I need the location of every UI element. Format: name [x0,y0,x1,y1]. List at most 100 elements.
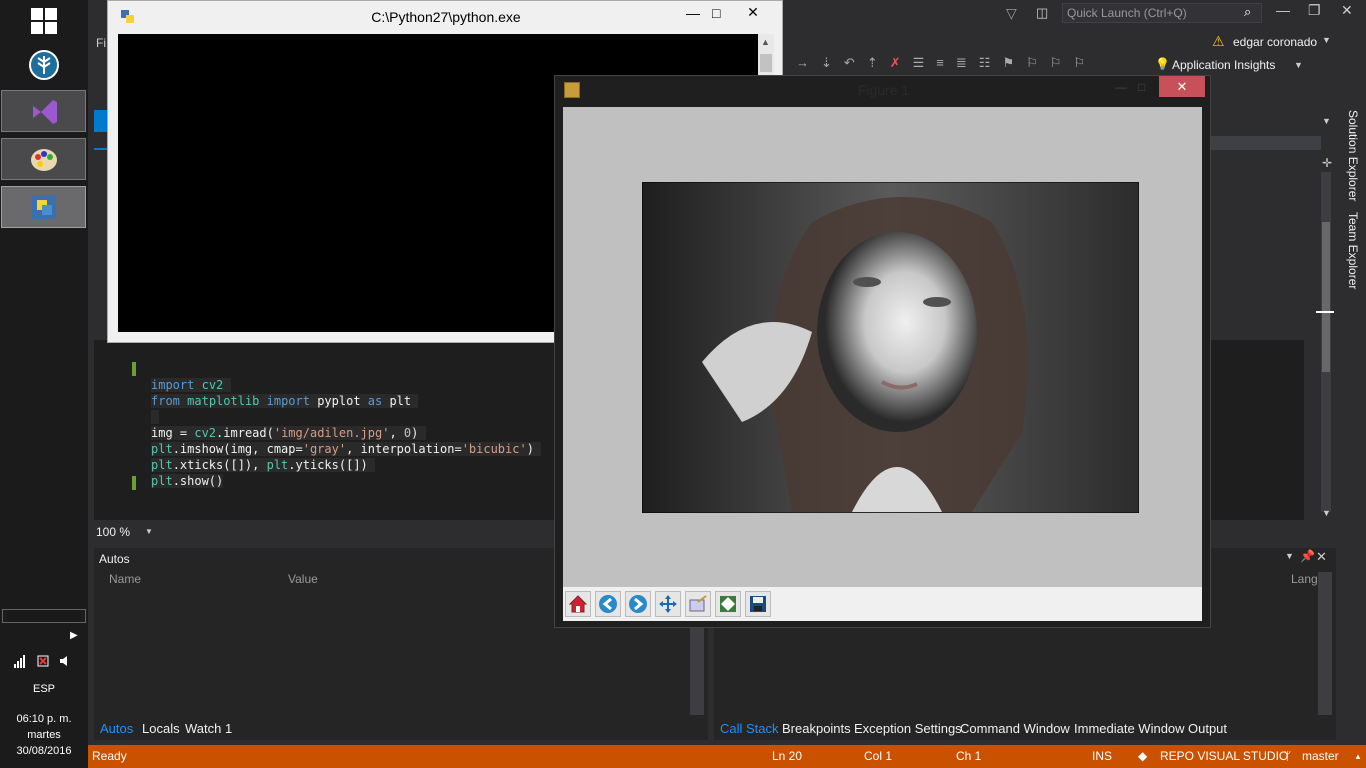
windows-logo-icon [31,8,57,34]
application-insights-button[interactable]: Application Insights [1172,58,1275,72]
tab-command-window[interactable]: Command Window [960,721,1070,736]
arrow-left-icon [599,595,617,613]
code-line-3[interactable] [151,410,159,424]
indent-icon[interactable]: ☰ [913,55,925,75]
console-minimize-button[interactable]: — [686,5,700,21]
zoom-level[interactable]: 100 % [96,525,130,539]
step-back-icon[interactable]: ↶ [844,55,855,75]
minimize-button[interactable]: — [1276,2,1290,18]
paint-palette-icon [30,149,57,171]
language-indicator[interactable]: ESP [0,683,88,695]
figure-maximize-button[interactable]: □ [1138,80,1145,94]
next-bookmark-icon[interactable]: ⚐ [1050,55,1062,75]
call-stack-col-language[interactable]: Lang [1291,572,1318,586]
scrollbar-thumb[interactable] [1322,222,1330,372]
taskbar-app-python[interactable] [1,186,86,228]
signal-icon[interactable] [14,654,28,668]
tab-dropdown-icon[interactable]: ▼ [1322,116,1331,126]
navigation-bar[interactable] [1211,136,1321,150]
console-maximize-button[interactable]: □ [712,5,720,21]
figure-close-button[interactable]: ✕ [1159,76,1205,97]
chevron-right-icon[interactable]: ▶ [70,630,78,641]
console-scroll-thumb[interactable] [760,54,772,72]
solution-explorer-tab[interactable]: Solution Explorer [1340,110,1360,210]
tab-output[interactable]: Output [1188,721,1227,736]
breakpoint-icon[interactable]: ✗ [890,55,901,75]
clear-bookmarks-icon[interactable]: ⚐ [1073,55,1085,75]
bookmark-icon[interactable]: ⚑ [1002,55,1014,75]
status-repo[interactable]: REPO VISUAL STUDIO [1160,749,1288,763]
tab-exception-settings[interactable]: Exception Settings [854,721,962,736]
code-line-1[interactable]: import cv2 [151,378,231,392]
zoom-dropdown-icon[interactable]: ▼ [145,527,153,536]
back-button[interactable] [595,591,621,617]
code-line-2[interactable]: from matplotlib import pyplot as plt [151,394,419,408]
prev-bookmark-icon[interactable]: ⚐ [1026,55,1038,75]
warning-icon: ⚠ [1212,33,1225,49]
autos-col-name[interactable]: Name [109,572,141,586]
console-scroll-up-icon[interactable]: ▲ [761,37,770,47]
step-into-icon[interactable]: ⇣ [821,55,832,75]
home-button[interactable] [565,591,591,617]
split-icon[interactable]: ✛ [1322,156,1332,170]
tab-autos[interactable]: Autos [100,721,133,736]
comment-icon[interactable]: ≣ [956,55,967,75]
autos-col-value[interactable]: Value [288,572,318,586]
call-stack-scrollbar[interactable] [1318,572,1332,715]
code-line-7[interactable]: plt.show() [151,474,224,488]
zoom-rect-icon [689,595,707,612]
tab-locals[interactable]: Locals [142,721,180,736]
feedback-icon[interactable]: ◫ [1036,5,1048,21]
outdent-icon[interactable]: ≡ [936,55,944,75]
team-explorer-tab[interactable]: Team Explorer [1340,212,1360,302]
clock[interactable]: 06:10 p. m. martes 30/08/2016 [0,711,88,759]
taskbar-app-tree[interactable] [0,44,88,86]
app-insights-dropdown-icon[interactable]: ▼ [1294,60,1303,70]
tab-call-stack[interactable]: Call Stack [720,721,779,736]
close-button[interactable]: ✕ [1341,2,1353,19]
code-line-4[interactable]: img = cv2.imread('img/adilen.jpg', 0) [151,426,426,440]
figure-window[interactable]: Figure 1 — □ ✕ [554,75,1211,628]
tab-watch-1[interactable]: Watch 1 [185,721,232,736]
console-close-button[interactable]: ✕ [730,1,776,23]
file-menu-stub[interactable]: Fi [96,36,106,50]
step-out-icon[interactable]: ⇡ [867,55,878,75]
zoom-rect-button[interactable] [685,591,711,617]
repo-icon: ◆ [1138,749,1148,763]
code-line-6[interactable]: plt.xticks([]), plt.yticks([]) [151,458,375,472]
tab-immediate-window[interactable]: Immediate Window [1074,721,1185,736]
scroll-down-icon[interactable]: ▼ [1322,508,1331,518]
tab-breakpoints[interactable]: Breakpoints [782,721,851,736]
status-branch[interactable]: master [1302,749,1339,763]
vertical-scrollbar[interactable] [1321,172,1331,512]
forward-button[interactable] [625,591,651,617]
pan-button[interactable] [655,591,681,617]
taskbar-app-paint[interactable] [1,138,86,180]
user-dropdown-icon[interactable]: ▼ [1322,35,1331,45]
pin-icon[interactable]: 📌 [1300,549,1315,563]
taskbar-scroll-area[interactable] [2,609,86,623]
save-button[interactable] [745,591,771,617]
figure-minimize-button[interactable]: — [1115,80,1127,94]
code-line-5[interactable]: plt.imshow(img, cmap='gray', interpolati… [151,442,542,456]
panel-dropdown-icon[interactable]: ▼ [1285,551,1294,561]
status-ready: Ready [92,749,127,763]
start-button[interactable] [0,0,88,42]
quick-launch-input[interactable]: Quick Launch (Ctrl+Q) [1062,3,1262,23]
change-indicator [132,476,136,490]
filter-icon[interactable]: ▽ [1006,5,1017,22]
autos-title: Autos [99,552,130,566]
configure-subplots-button[interactable] [715,591,741,617]
change-indicator [132,362,136,376]
network-disconnected-icon[interactable] [36,654,50,668]
user-name[interactable]: edgar coronado [1233,35,1317,49]
branch-dropdown-icon[interactable]: ▲ [1354,752,1362,761]
search-icon[interactable]: ⌕ [1244,4,1251,20]
taskbar-app-visual-studio[interactable] [1,90,86,132]
panel-close-icon[interactable]: ✕ [1316,549,1327,565]
restore-button[interactable]: ❐ [1308,2,1321,19]
speaker-icon[interactable] [58,654,72,668]
figure-canvas[interactable] [563,107,1202,587]
uncomment-icon[interactable]: ☷ [979,55,991,75]
step-over-icon[interactable]: → [796,55,809,75]
